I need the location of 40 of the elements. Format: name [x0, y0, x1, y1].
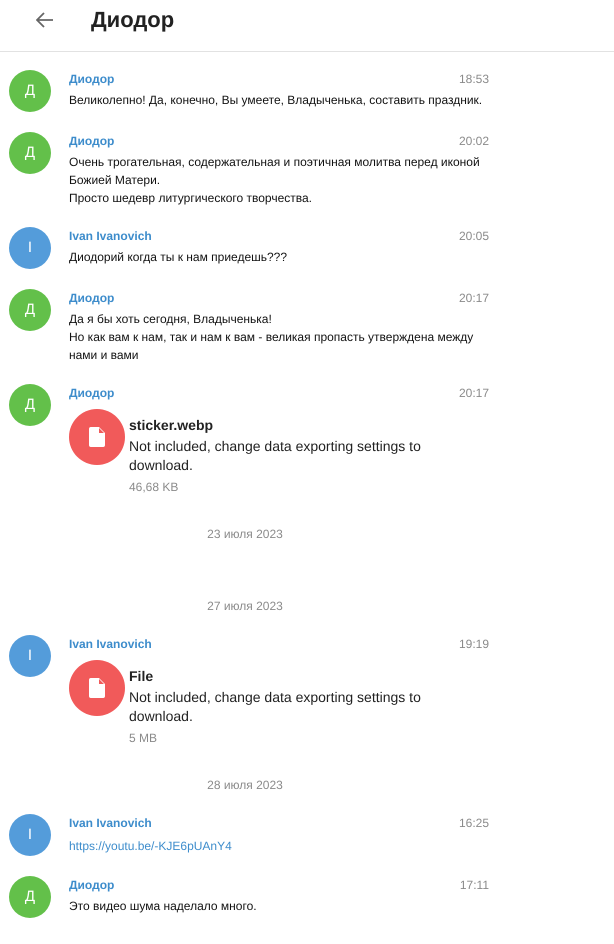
- message-link[interactable]: https://youtu.be/-KJE6pUAnY4: [69, 839, 232, 853]
- sender-name: Диодор: [69, 385, 114, 402]
- message-text: Диодорий когда ты к нам приедешь???: [69, 249, 288, 266]
- date-separator: 23 июля 2023: [207, 526, 283, 543]
- message-text: Да я бы хоть сегодня, Владыченька! Но как вам к нам, так и нам к вам - великая пропасть утверждена между нами и вами: [69, 311, 474, 364]
- message-time: 17:11: [460, 877, 489, 894]
- sender-name: Ivan Ivanovich: [69, 815, 152, 832]
- avatar: I: [9, 635, 51, 677]
- sender-name: Диодор: [69, 877, 114, 894]
- message-time: 18:53: [458, 71, 489, 88]
- file-note: Not included, change data exporting settings to download.: [129, 688, 422, 726]
- sender-name: Диодор: [69, 71, 114, 88]
- date-separator: 27 июля 2023: [207, 598, 283, 615]
- file-size: 46,68 KB: [129, 479, 180, 496]
- sender-name: Диодор: [69, 290, 114, 307]
- avatar: Д: [9, 132, 51, 174]
- file-name: sticker.webp: [129, 416, 214, 435]
- avatar: I: [9, 814, 51, 856]
- sender-name: Диодор: [69, 133, 114, 150]
- message-time: 20:17: [458, 385, 489, 402]
- chat-title: Диодор: [91, 6, 174, 34]
- date-separator: 28 июля 2023: [207, 777, 283, 794]
- message-time: 20:17: [458, 290, 489, 307]
- avatar: I: [9, 227, 51, 269]
- avatar: Д: [9, 384, 51, 426]
- message-time: 16:25: [458, 815, 489, 832]
- avatar: Д: [9, 289, 51, 331]
- message-text: Великолепно! Да, конечно, Вы умеете, Владыченька, составить праздник.: [69, 92, 484, 109]
- avatar: Д: [9, 876, 51, 918]
- message-time: 20:02: [458, 133, 489, 150]
- sender-name: Ivan Ivanovich: [69, 228, 152, 245]
- file-note: Not included, change data exporting settings to download.: [129, 437, 422, 475]
- sender-name: Ivan Ivanovich: [69, 636, 152, 653]
- file-name: File: [129, 667, 154, 686]
- message-time: 19:19: [458, 636, 489, 653]
- avatar: Д: [9, 70, 51, 112]
- message-time: 20:05: [458, 228, 489, 245]
- message-text: Очень трогательная, содержательная и поэтичная молитва перед иконой Божией Матери. Просто шедевр литургического творчества.: [69, 154, 481, 207]
- message-text: Это видео шума наделало много.: [69, 898, 258, 915]
- file-size: 5 MB: [129, 730, 158, 747]
